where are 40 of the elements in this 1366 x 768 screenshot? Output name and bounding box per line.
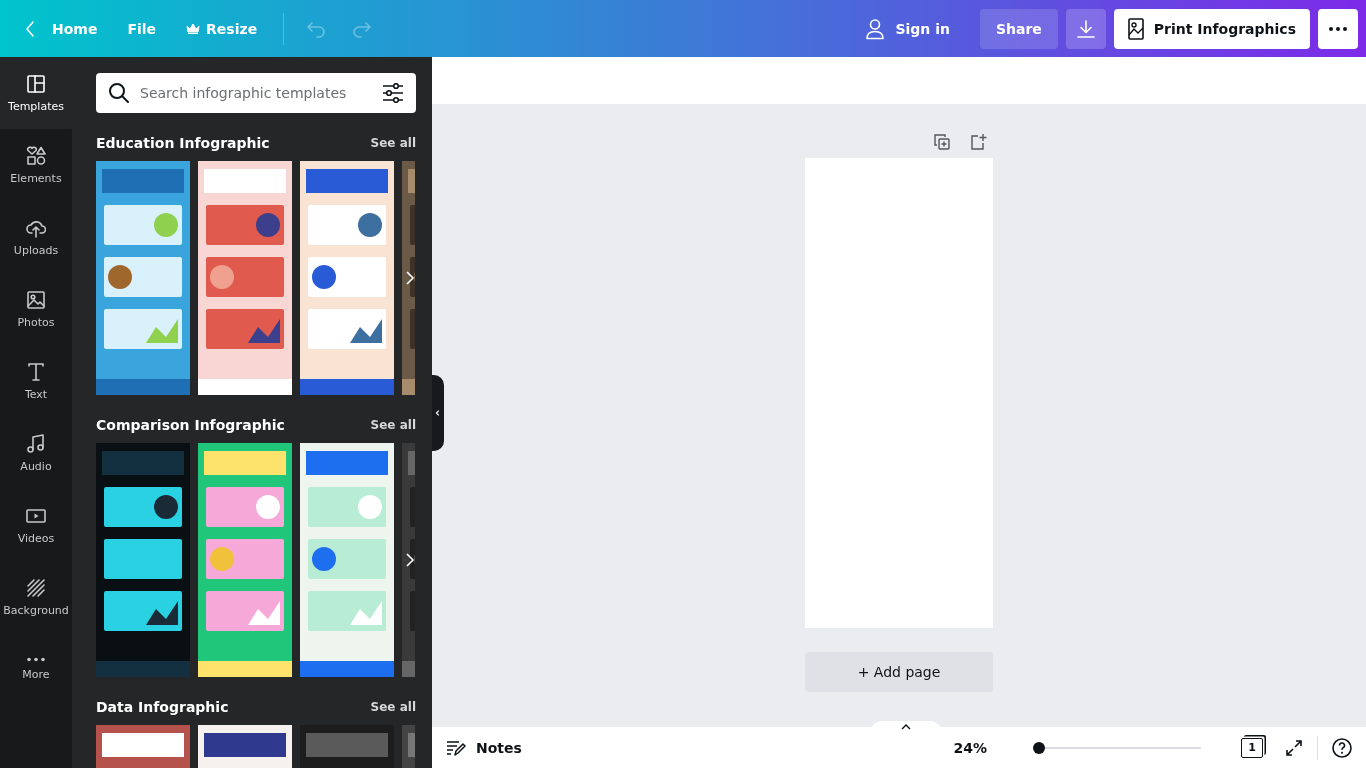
- add-page-button[interactable]: + Add page: [805, 652, 993, 692]
- crown-icon: [186, 22, 201, 35]
- duplicate-icon[interactable]: [933, 133, 951, 151]
- notes-button[interactable]: Notes: [446, 738, 522, 757]
- sidebar-item[interactable]: Templates: [0, 57, 72, 129]
- shapes-icon: [26, 145, 46, 166]
- search-field[interactable]: Search infographic templates: [96, 73, 416, 113]
- filter-icon[interactable]: [382, 83, 404, 103]
- more-button[interactable]: [1318, 8, 1358, 49]
- zoom-level: 24%: [953, 739, 987, 756]
- text-icon: [26, 361, 46, 382]
- section-title: Education Infographic: [96, 135, 270, 151]
- collapse-handle[interactable]: [432, 375, 444, 451]
- chevron-right-icon: [405, 270, 415, 286]
- layout-icon: [26, 73, 46, 94]
- more-icon: [26, 657, 46, 662]
- see-all-link[interactable]: See all: [370, 700, 416, 714]
- chevron-right-icon: [405, 552, 415, 568]
- download-icon: [1075, 18, 1096, 39]
- music-icon: [26, 433, 46, 454]
- user-icon: [865, 17, 886, 40]
- section-title: Data Infographic: [96, 699, 229, 715]
- more-icon: [1329, 26, 1347, 31]
- page-count-button[interactable]: 1: [1241, 737, 1263, 758]
- fullscreen-icon[interactable]: [1285, 738, 1303, 757]
- share-button[interactable]: Share: [979, 8, 1058, 49]
- add-page-icon[interactable]: [969, 133, 987, 151]
- help-icon[interactable]: [1332, 737, 1352, 758]
- caret-up-icon: [901, 724, 911, 730]
- see-all-link[interactable]: See all: [370, 136, 416, 150]
- download-button[interactable]: [1065, 8, 1106, 49]
- stripes-icon: [26, 577, 46, 598]
- image-icon: [1127, 17, 1144, 40]
- section-title: Comparison Infographic: [96, 417, 285, 433]
- sign-in-button[interactable]: Sign in: [857, 8, 958, 49]
- back-icon: [24, 19, 36, 38]
- notes-icon: [446, 738, 466, 757]
- print-button[interactable]: Print Infographics: [1113, 8, 1310, 49]
- image-icon: [26, 289, 46, 310]
- see-all-link[interactable]: See all: [370, 418, 416, 432]
